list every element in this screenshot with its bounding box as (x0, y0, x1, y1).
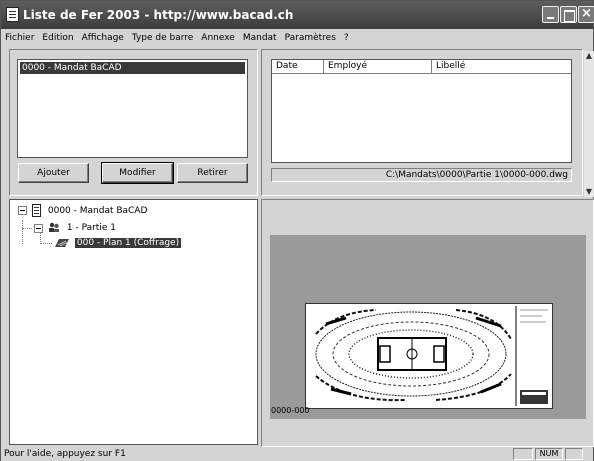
title-bar[interactable]: Liste de Fer 2003 - http://www.bacad.ch … (1, 1, 594, 29)
tree-node-plan[interactable]: 000 - Plan 1 (Coffrage) (54, 237, 182, 249)
site-plan-drawing (315, 306, 548, 406)
tree-node-label: 0000 - Mandat BaCAD (47, 206, 148, 216)
remove-button[interactable]: Retirer (177, 163, 248, 183)
menu-parametres[interactable]: Paramètres (281, 31, 340, 45)
mandat-list[interactable]: 0000 - Mandat BaCAD (17, 59, 248, 158)
edit-button-label: Modifier (119, 168, 156, 178)
scroll-up-icon[interactable]: ▲ (584, 51, 594, 61)
collapse-toggle-icon[interactable] (18, 206, 27, 215)
menu-affichage[interactable]: Affichage (78, 31, 128, 45)
status-cell-empty (565, 448, 583, 460)
vertical-scrollbar[interactable]: ▲ ▼ (584, 51, 594, 197)
tree-node-mandat[interactable]: 0000 - Mandat BaCAD (32, 204, 147, 217)
remove-button-label: Retirer (197, 168, 228, 178)
column-header-date[interactable]: Date (272, 60, 324, 74)
list-item[interactable]: 0000 - Mandat BaCAD (20, 62, 245, 74)
tree-connector (22, 228, 32, 229)
menu-edition[interactable]: Edition (38, 31, 77, 45)
add-button[interactable]: Ajouter (18, 163, 89, 183)
tree-node-label: 1 - Partie 1 (66, 223, 116, 233)
menu-fichier[interactable]: Fichier (1, 31, 38, 45)
rebar-plan-icon (55, 238, 69, 247)
preview-caption: 0000-000 (271, 406, 310, 415)
menu-annexe[interactable]: Annexe (197, 31, 239, 45)
plan-thumbnail[interactable] (305, 303, 553, 409)
num-lock-indicator: NUM (535, 448, 563, 460)
tree-node-partie[interactable]: 1 - Partie 1 (48, 222, 116, 234)
scroll-down-icon[interactable]: ▼ (584, 187, 594, 197)
tree-connector (40, 243, 52, 244)
close-icon[interactable]: × (578, 6, 594, 23)
status-help-text: Pour l'aide, appuyez sur F1 (4, 449, 126, 459)
group-icon (49, 222, 59, 232)
menu-bar: Fichier Edition Affichage Type de barre … (1, 31, 593, 45)
tree-node-label: 000 - Plan 1 (Coffrage) (74, 238, 182, 248)
column-header-employee[interactable]: Employé (324, 60, 432, 74)
status-bar: Pour l'aide, appuyez sur F1 NUM (1, 447, 593, 461)
column-header-label[interactable]: Libellé (432, 60, 571, 74)
table-header: Date Employé Libellé (272, 60, 571, 74)
file-path-field: C:\Mandats\0000\Partie 1\0000-000.dwg (271, 168, 572, 182)
log-table[interactable]: Date Employé Libellé (271, 59, 572, 163)
collapse-toggle-icon[interactable] (34, 224, 43, 233)
edit-button[interactable]: Modifier (101, 162, 174, 184)
menu-type-de-barre[interactable]: Type de barre (128, 31, 197, 45)
menu-help[interactable]: ? (340, 31, 353, 45)
project-tree[interactable]: 0000 - Mandat BaCAD 1 - Partie 1 000 - P… (9, 199, 258, 445)
maximize-icon[interactable] (560, 6, 577, 23)
window-title: Liste de Fer 2003 - http://www.bacad.ch (23, 8, 294, 22)
menu-mandat[interactable]: Mandat (239, 31, 281, 45)
tree-connector (22, 220, 23, 244)
minimize-icon[interactable] (542, 6, 559, 23)
app-document-icon[interactable] (6, 7, 19, 22)
application-window: Liste de Fer 2003 - http://www.bacad.ch … (0, 0, 594, 461)
add-button-label: Ajouter (37, 168, 70, 178)
mandat-file-icon (32, 204, 41, 217)
status-cell-empty (513, 448, 533, 460)
